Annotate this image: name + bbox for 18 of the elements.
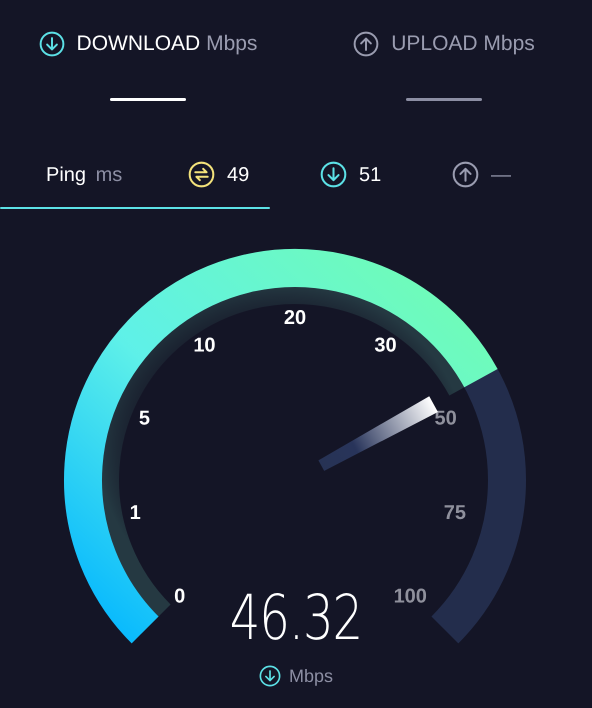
scale-label: 100 (394, 584, 427, 607)
reading-value: 49 (227, 162, 250, 188)
ping-label: Ping ms (46, 162, 124, 188)
speed-unit: Mbps (288, 664, 333, 688)
scale-label: 30 (374, 334, 397, 356)
speed-tab[interactable]: DOWNLOAD Mbps (0, 28, 296, 102)
scale-label: 20 (284, 306, 306, 328)
speed-tab[interactable]: UPLOAD Mbps (296, 28, 592, 102)
scale-label: 10 (193, 334, 216, 356)
scale-label: 75 (444, 501, 466, 524)
scale-label: 5 (138, 407, 150, 430)
scale-label: 0 (174, 584, 186, 607)
scale-label: 50 (434, 407, 457, 430)
speed-value: 46.32 (230, 586, 362, 648)
reading-value: — (491, 162, 511, 188)
reading-value: 51 (359, 162, 382, 188)
ping-icon (188, 161, 215, 188)
scale-label: 1 (130, 501, 141, 524)
